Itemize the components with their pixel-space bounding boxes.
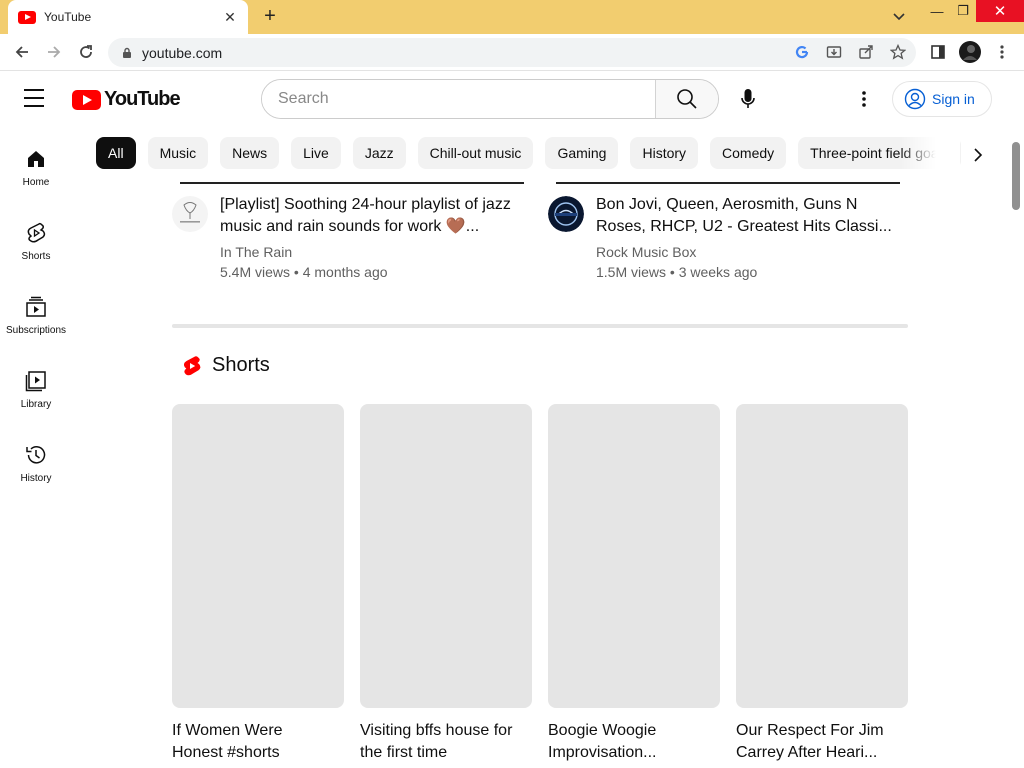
shorts-icon: [24, 221, 48, 245]
sidebar-item-home[interactable]: Home: [0, 127, 72, 201]
library-icon: [24, 369, 48, 393]
youtube-favicon-icon: [18, 10, 36, 24]
video-title[interactable]: [Playlist] Soothing 24-hour playlist of …: [220, 194, 520, 238]
scrollbar-thumb[interactable]: [1012, 142, 1020, 210]
video-metadata: 5.4M views • 4 months ago: [220, 264, 388, 280]
chips-fade-overlay: [900, 137, 960, 171]
sidebar-item-library[interactable]: Library: [0, 349, 72, 423]
video-thumbnail-edge[interactable]: [180, 182, 524, 184]
account-icon: [904, 88, 926, 110]
channel-name[interactable]: Rock Music Box: [596, 244, 696, 260]
side-panel-icon[interactable]: [926, 40, 950, 64]
subscriptions-icon: [24, 295, 48, 319]
chips-next-button[interactable]: [964, 141, 992, 169]
short-thumbnail[interactable]: [736, 404, 908, 708]
profile-avatar[interactable]: [958, 40, 982, 64]
chip-history[interactable]: History: [630, 137, 699, 169]
channel-avatar[interactable]: [548, 196, 584, 232]
sidebar-item-history[interactable]: History: [0, 423, 72, 497]
voice-search-button[interactable]: [728, 79, 768, 119]
tab-title: YouTube: [44, 10, 92, 24]
chip-jazz[interactable]: Jazz: [352, 137, 406, 169]
youtube-wordmark: YouTube: [104, 88, 181, 110]
short-title[interactable]: If Women Were Honest #shorts: [172, 720, 332, 764]
restore-button[interactable]: ❐: [952, 0, 974, 22]
short-thumbnail[interactable]: [172, 404, 344, 708]
channel-avatar[interactable]: [172, 196, 208, 232]
new-tab-button[interactable]: +: [258, 4, 282, 28]
youtube-header: YouTube Sign in: [0, 71, 1024, 127]
share-icon[interactable]: [856, 42, 876, 62]
back-button[interactable]: [10, 40, 34, 64]
microphone-icon: [741, 89, 755, 108]
channel-name[interactable]: In The Rain: [220, 244, 292, 260]
chip-live[interactable]: Live: [291, 137, 341, 169]
short-thumbnail[interactable]: [548, 404, 720, 708]
forward-button[interactable]: [42, 40, 66, 64]
sidebar-item-shorts[interactable]: Shorts: [0, 201, 72, 275]
shorts-shelf-header: Shorts: [182, 354, 270, 377]
browser-toolbar: youtube.com: [0, 34, 1024, 71]
google-lens-icon[interactable]: [792, 42, 812, 62]
sidebar-item-label: Subscriptions: [5, 325, 67, 336]
reload-button[interactable]: [74, 40, 98, 64]
shorts-heading: Shorts: [212, 354, 270, 376]
history-icon: [24, 443, 48, 467]
youtube-logo[interactable]: YouTube: [72, 88, 181, 111]
youtube-play-icon: [72, 89, 101, 110]
browser-menu-icon[interactable]: [990, 40, 1014, 64]
chevron-right-icon: [974, 148, 983, 162]
minimize-button[interactable]: —: [926, 0, 948, 22]
short-title[interactable]: Visiting bffs house for the first time: [360, 720, 520, 764]
sidebar-item-label: Shorts: [21, 251, 51, 262]
short-thumbnail[interactable]: [360, 404, 532, 708]
home-icon: [24, 147, 48, 171]
video-title[interactable]: Bon Jovi, Queen, Aerosmith, Guns N Roses…: [596, 194, 896, 238]
bookmark-star-icon[interactable]: [888, 42, 908, 62]
browser-tabstrip: YouTube ✕ + — ❐ ✕: [0, 0, 1024, 34]
search-input[interactable]: [262, 80, 655, 118]
close-window-button[interactable]: ✕: [976, 0, 1024, 22]
tab-search-button[interactable]: [888, 6, 910, 28]
page-scrollbar[interactable]: [1008, 127, 1024, 768]
shorts-logo-icon: [183, 355, 201, 375]
video-metadata: 1.5M views • 3 weeks ago: [596, 264, 758, 280]
sidebar-item-label: Library: [20, 399, 52, 410]
chip-gaming[interactable]: Gaming: [545, 137, 619, 169]
sign-in-label: Sign in: [932, 91, 975, 107]
chip-music[interactable]: Music: [147, 137, 209, 169]
short-card[interactable]: Our Respect For Jim Carrey After Heari..…: [736, 404, 908, 764]
search-button[interactable]: [655, 80, 718, 118]
browser-tab[interactable]: YouTube ✕: [8, 0, 248, 34]
category-chips-bar: All Music News Live Jazz Chill-out music…: [96, 137, 996, 171]
sign-in-button[interactable]: Sign in: [892, 81, 992, 117]
mini-guide-sidebar: Home Shorts Subscriptions Library Histor…: [0, 127, 72, 768]
chip-chill-out-music[interactable]: Chill-out music: [417, 137, 534, 169]
install-app-icon[interactable]: [824, 42, 844, 62]
short-card[interactable]: Boogie Woogie Improvisation...: [548, 404, 720, 764]
short-card[interactable]: Visiting bffs house for the first time: [360, 404, 532, 764]
settings-menu-icon[interactable]: [852, 87, 876, 111]
chip-comedy[interactable]: Comedy: [710, 137, 787, 169]
sidebar-item-label: History: [20, 473, 52, 484]
search-icon: [677, 89, 697, 109]
video-thumbnail-edge[interactable]: [556, 182, 900, 184]
tab-close-icon[interactable]: ✕: [222, 9, 238, 26]
search-box: [261, 79, 719, 119]
sidebar-item-subscriptions[interactable]: Subscriptions: [0, 275, 72, 349]
url-text: youtube.com: [142, 44, 223, 61]
lock-icon[interactable]: [120, 46, 134, 60]
short-title[interactable]: Boogie Woogie Improvisation...: [548, 720, 708, 764]
short-card[interactable]: If Women Were Honest #shorts: [172, 404, 344, 764]
chip-news[interactable]: News: [220, 137, 280, 169]
short-title[interactable]: Our Respect For Jim Carrey After Heari..…: [736, 720, 896, 764]
chip-all[interactable]: All: [96, 137, 136, 169]
section-divider: [172, 324, 908, 328]
guide-menu-icon[interactable]: [24, 89, 48, 109]
sidebar-item-label: Home: [22, 177, 50, 188]
